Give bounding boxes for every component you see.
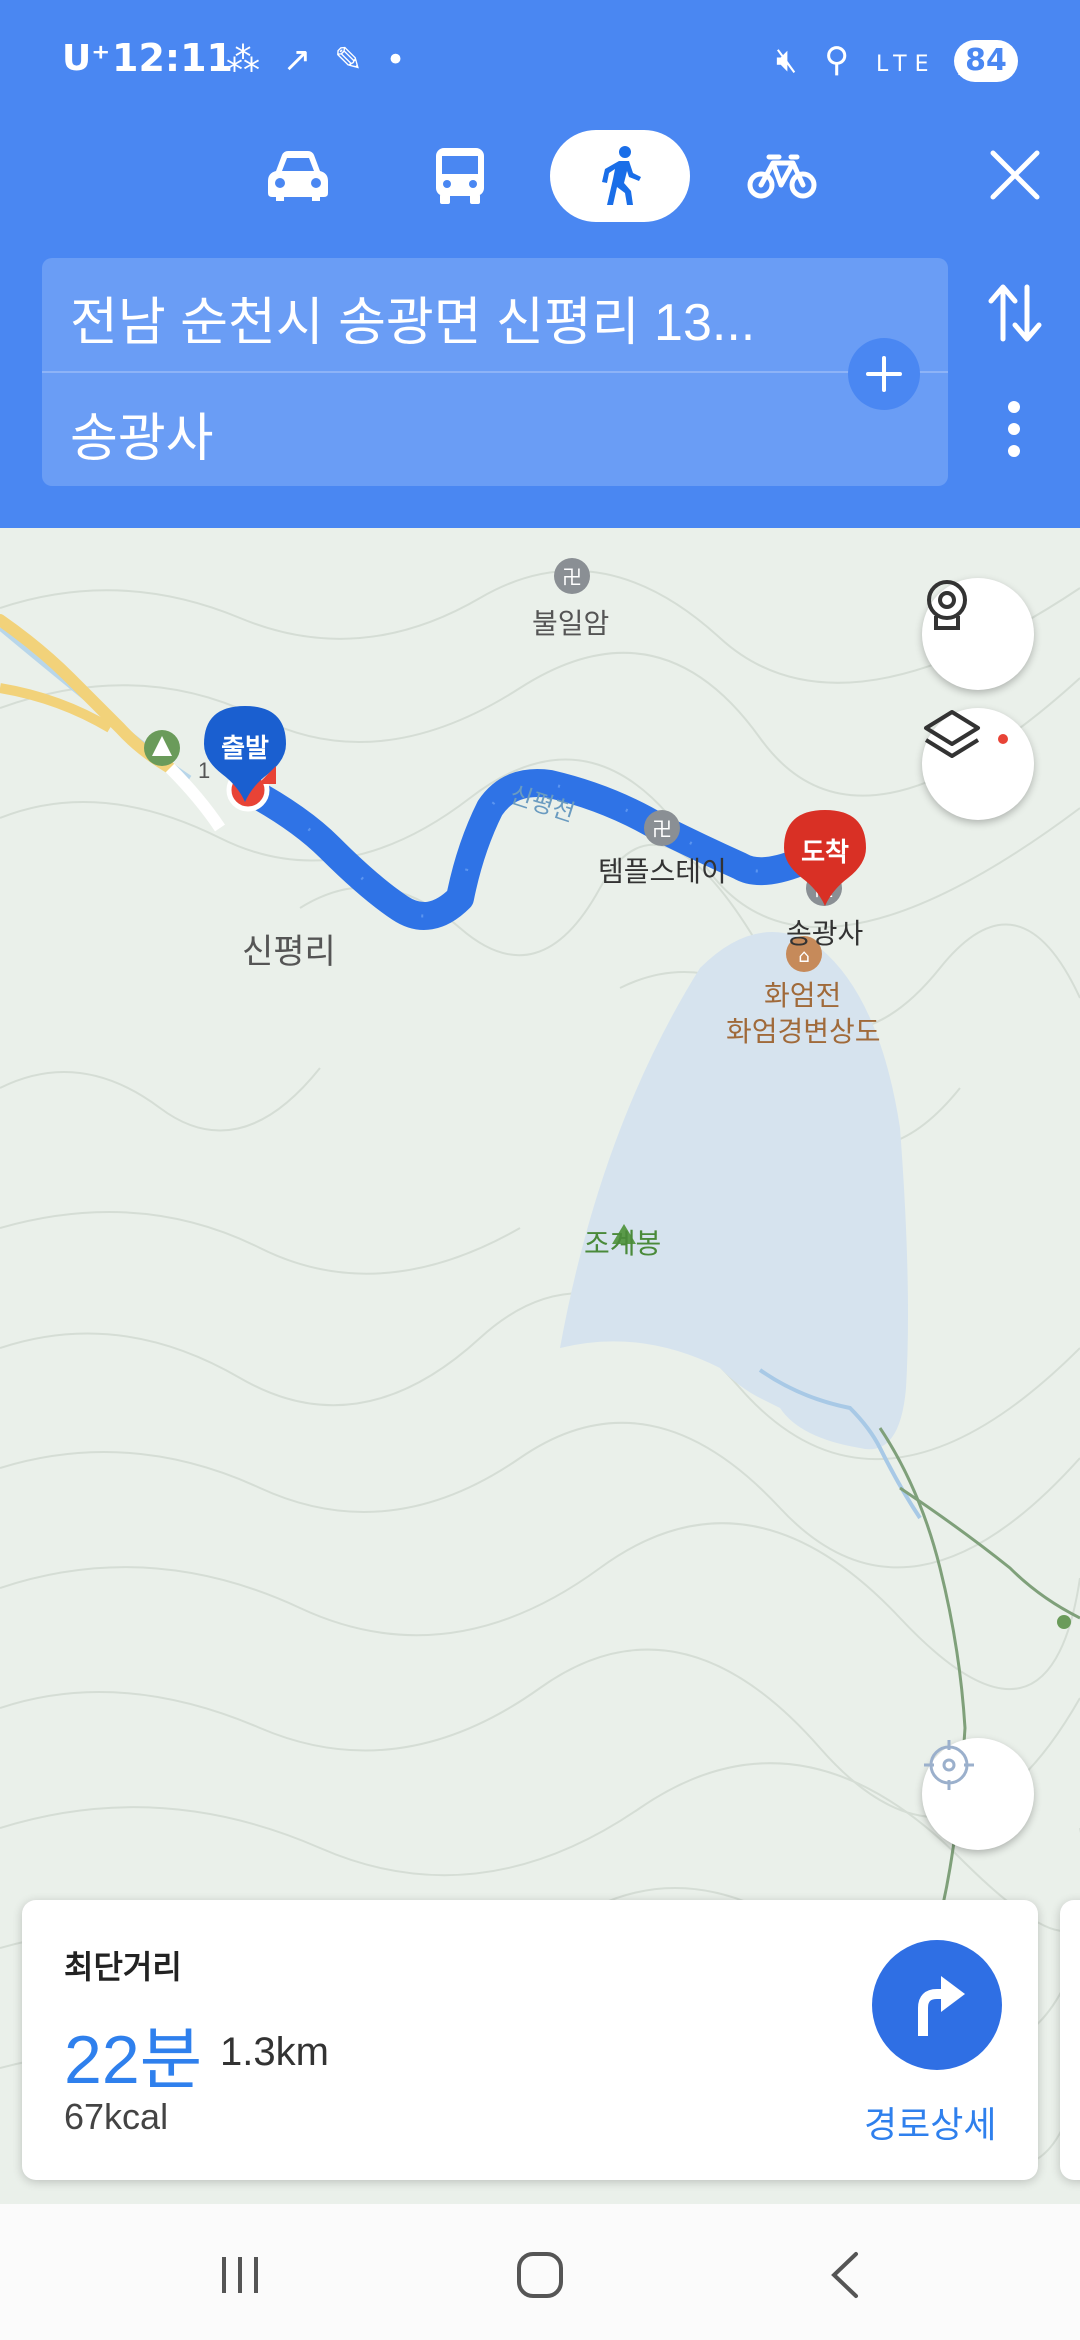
recent-apps-icon — [222, 2257, 258, 2293]
my-location-button[interactable] — [922, 1738, 1034, 1850]
notification-icons: ⁂ ↗ ✎ • — [226, 40, 412, 80]
layers-notification-dot — [998, 734, 1008, 744]
route-divider — [42, 371, 948, 373]
location-icon: ⚲ — [824, 40, 858, 80]
start-pin[interactable]: 출발 — [202, 704, 288, 804]
back-button[interactable] — [804, 2240, 884, 2310]
add-stop-button[interactable] — [848, 338, 920, 410]
walk-icon — [602, 146, 641, 205]
end-pin[interactable]: 도착 — [782, 808, 868, 908]
car-mode-button[interactable] — [228, 130, 368, 222]
origin-field[interactable]: 전남 순천시 송광면 신평리 13... — [70, 280, 755, 355]
carrier-label: U⁺ — [62, 38, 111, 79]
svg-text:卍: 卍 — [652, 817, 672, 841]
map-label-bulilam[interactable]: 불일암 — [532, 602, 609, 642]
plus-icon — [866, 356, 902, 392]
close-button[interactable] — [976, 136, 1054, 214]
swap-icon — [988, 284, 1042, 342]
destination-field[interactable]: 송광사 — [70, 396, 214, 471]
start-pin-label: 출발 — [221, 734, 269, 764]
bike-icon — [747, 154, 817, 199]
map-label-hwaeom-painting[interactable]: 화엄경변상도 — [726, 1010, 881, 1050]
crosshair-icon — [924, 1740, 974, 1790]
map-label-templestay[interactable]: 템플스테이 — [598, 850, 727, 890]
direction-arrow — [258, 766, 276, 784]
clock: 12:11 — [112, 36, 233, 80]
system-navigation-bar — [0, 2204, 1080, 2340]
mute-icon: 🔇︎ — [776, 40, 806, 80]
street-view-button[interactable] — [922, 578, 1034, 690]
close-icon — [990, 150, 1040, 200]
end-pin-label: 도착 — [801, 838, 849, 868]
wifi-call-icon: ↗ — [282, 40, 318, 80]
map-label-sinpyeongri[interactable]: 신평리 — [242, 924, 336, 973]
bus-icon — [436, 148, 484, 204]
map-label-hwaeomjeon[interactable]: 화엄전 — [764, 974, 841, 1014]
recent-apps-button[interactable] — [200, 2240, 280, 2310]
route-detail-button[interactable] — [872, 1940, 1002, 2070]
transit-mode-button[interactable] — [390, 130, 530, 222]
layers-icon — [924, 710, 980, 758]
directions-header: U⁺ 12:11 ⁂ ↗ ✎ • 🔇︎ ⚲ LTE ▮ 84 — [0, 0, 1080, 528]
next-route-card[interactable] — [1060, 1900, 1080, 2180]
turn-right-arrow-icon — [918, 1976, 965, 2036]
more-vert-icon — [1008, 401, 1020, 457]
lte-icon: LTE — [875, 52, 937, 77]
route-distance: 1.3km — [220, 2030, 329, 2074]
route-duration: 22분 — [64, 2022, 203, 2098]
street-view-icon — [927, 580, 967, 630]
car-icon — [268, 151, 328, 201]
swap-route-button[interactable] — [976, 274, 1054, 352]
home-button[interactable] — [500, 2240, 580, 2310]
back-icon — [831, 2252, 858, 2298]
battery-indicator: 84 — [954, 40, 1018, 82]
system-icons: 🔇︎ ⚲ LTE ▮ — [776, 40, 982, 80]
route-inputs: 전남 순천시 송광면 신평리 13... 송광사 — [42, 258, 948, 486]
layers-button[interactable] — [922, 708, 1034, 820]
bike-mode-button[interactable] — [712, 130, 852, 222]
status-bar: U⁺ 12:11 ⁂ ↗ ✎ • 🔇︎ ⚲ LTE ▮ 84 — [0, 0, 1080, 120]
map-label-songgwangsa[interactable]: 송광사 — [786, 912, 863, 952]
feather-icon: ✎ — [334, 40, 369, 80]
map-label-jogyebong[interactable]: 조계봉 — [584, 1222, 661, 1262]
grid-icon: ⁂ — [226, 40, 266, 80]
home-icon — [517, 2252, 563, 2298]
route-detail-label[interactable]: 경로상세 — [864, 2096, 996, 2148]
dot-icon: • — [385, 40, 412, 80]
route-summary-card[interactable]: 최단거리 22분 1.3km 67kcal 경로상세 — [22, 1900, 1038, 2180]
route-type-label: 최단거리 — [64, 1948, 182, 1986]
route-calories: 67kcal — [64, 2096, 169, 2137]
more-options-button[interactable] — [986, 390, 1042, 468]
svg-text:卍: 卍 — [562, 565, 582, 589]
walk-mode-button[interactable] — [550, 130, 690, 222]
